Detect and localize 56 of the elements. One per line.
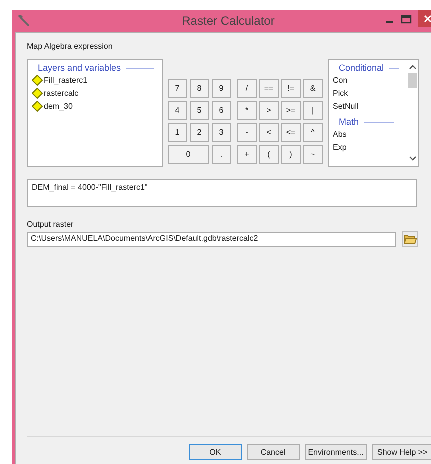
layer-item[interactable]: Fill_rasterc1: [32, 74, 162, 87]
maximize-icon[interactable]: [401, 15, 412, 25]
key-button[interactable]: /: [237, 79, 257, 98]
output-field[interactable]: C:\Users\MANUELA\Documents\ArcGIS\Default.gdb\rastercalc2: [27, 232, 396, 246]
dialog-button[interactable]: OK: [189, 444, 242, 460]
key-button[interactable]: 8: [190, 79, 209, 98]
list-header: Layers and variables: [38, 63, 122, 73]
layer-item[interactable]: rastercalc: [32, 87, 162, 100]
key-button[interactable]: ): [281, 145, 301, 164]
close-icon: [424, 14, 431, 22]
browse-button[interactable]: [402, 231, 418, 247]
layer-item[interactable]: dem_30: [32, 100, 162, 113]
key-button[interactable]: 2: [190, 123, 209, 142]
field-label: Output raster: [27, 220, 75, 231]
key-button[interactable]: !=: [281, 79, 301, 98]
diamond-icon: [32, 75, 43, 86]
key-button[interactable]: 5: [190, 101, 209, 120]
hammer-icon: [16, 14, 30, 28]
key-button[interactable]: 4: [168, 101, 187, 120]
scrollbar-thumb[interactable]: [408, 73, 417, 88]
key-button[interactable]: .: [212, 145, 231, 164]
key-button[interactable]: <: [259, 123, 279, 142]
function-item[interactable]: Abs: [333, 128, 407, 141]
expression-field[interactable]: DEM_final = 4000-"Fill_rasterc1": [27, 179, 417, 207]
key-button[interactable]: *: [237, 101, 257, 120]
list-header: Conditional: [339, 63, 384, 73]
function-item[interactable]: Exp: [333, 141, 407, 154]
diamond-icon: [32, 88, 43, 99]
key-button[interactable]: -: [237, 123, 257, 142]
dialog-button[interactable]: Environments...: [304, 444, 368, 460]
function-item[interactable]: SetNull: [333, 100, 407, 113]
window-title: Raster Calculator: [181, 14, 276, 28]
diamond-icon: [32, 101, 43, 112]
key-button[interactable]: ~: [303, 145, 323, 164]
list-header: Math: [339, 117, 360, 127]
dialog-button[interactable]: Cancel: [246, 444, 300, 460]
key-button[interactable]: 3: [212, 123, 231, 142]
key-button[interactable]: ==: [259, 79, 279, 98]
key-button[interactable]: 6: [212, 101, 231, 120]
key-button[interactable]: &: [303, 79, 323, 98]
key-button[interactable]: 1: [168, 123, 187, 142]
section-label: Map Algebra expression: [27, 42, 114, 53]
key-button[interactable]: <=: [281, 123, 301, 142]
key-button[interactable]: (: [259, 145, 279, 164]
key-button[interactable]: |: [303, 101, 323, 120]
key-button[interactable]: 0: [168, 145, 209, 164]
key-button[interactable]: +: [237, 145, 257, 164]
key-button[interactable]: 7: [168, 79, 187, 98]
key-button[interactable]: ^: [303, 123, 323, 142]
key-button[interactable]: 9: [212, 79, 231, 98]
key-button[interactable]: >: [259, 101, 279, 120]
function-item[interactable]: Con: [333, 74, 407, 87]
key-button[interactable]: >=: [281, 101, 301, 120]
folder-icon: [404, 234, 416, 244]
dialog-button[interactable]: Show Help >>: [372, 444, 431, 460]
function-item[interactable]: Pick: [333, 87, 407, 100]
